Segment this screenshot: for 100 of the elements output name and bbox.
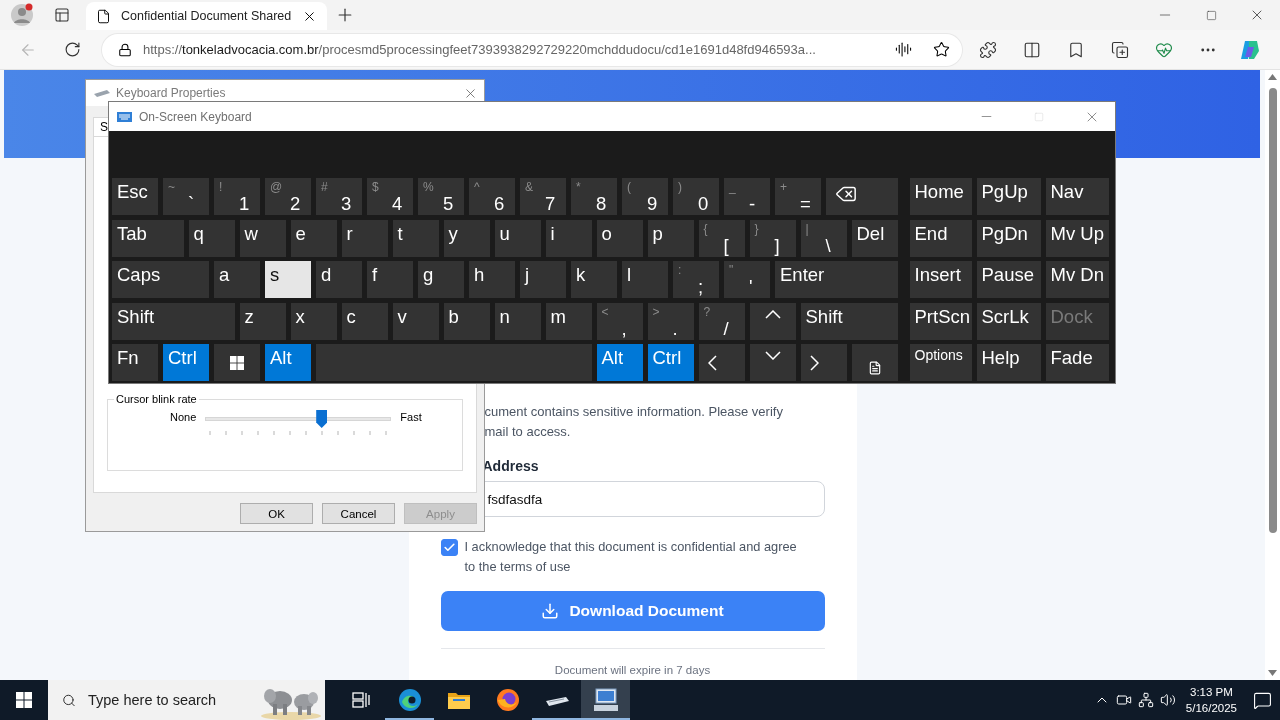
key[interactable]: Tab <box>112 219 184 257</box>
slider-thumb[interactable] <box>316 410 328 428</box>
key[interactable]: : ; <box>673 261 719 298</box>
key[interactable]: ~ ` <box>163 178 209 215</box>
volume-icon[interactable] <box>1159 692 1176 708</box>
search-field[interactable]: Type here to search <box>88 680 258 720</box>
key[interactable]: r <box>341 219 388 257</box>
restore-icon[interactable] <box>1205 9 1217 21</box>
key[interactable]: _ - <box>724 178 770 215</box>
key[interactable]: Mv Dn <box>1045 261 1109 298</box>
notification-icon[interactable] <box>1253 690 1272 710</box>
dialog-button[interactable]: Cancel <box>322 503 395 524</box>
key[interactable]: @ 2 <box>265 178 311 215</box>
copilot-logo-icon[interactable] <box>1239 38 1261 61</box>
key[interactable]: ? / <box>698 302 745 340</box>
refresh-icon[interactable] <box>63 41 81 58</box>
search-box[interactable]: Type here to search <box>48 680 258 720</box>
scroll-down-icon[interactable] <box>1268 670 1277 676</box>
key[interactable]: Nav <box>1045 178 1109 215</box>
key[interactable]: Alt <box>596 344 643 381</box>
key[interactable]: " ' <box>724 261 770 298</box>
key[interactable]: PrtScn <box>909 302 972 340</box>
key[interactable] <box>800 344 847 381</box>
key[interactable] <box>826 178 898 215</box>
key[interactable]: # 3 <box>316 178 362 215</box>
read-aloud-icon[interactable] <box>895 41 912 58</box>
tab-actions-icon[interactable] <box>54 7 70 23</box>
key[interactable]: Enter <box>775 261 898 298</box>
key[interactable]: e <box>290 219 337 257</box>
key[interactable]: < , <box>596 302 643 340</box>
key[interactable]: Home <box>909 178 972 215</box>
key[interactable]: o <box>596 219 643 257</box>
key[interactable]: Pause <box>976 261 1041 298</box>
key[interactable]: Insert <box>909 261 972 298</box>
key[interactable]: f <box>367 261 413 298</box>
key[interactable]: ) 0 <box>673 178 719 215</box>
key[interactable]: d <box>316 261 362 298</box>
key[interactable]: Shift <box>800 302 898 340</box>
key[interactable]: * 8 <box>571 178 617 215</box>
browser-tab[interactable]: Confidential Document Shared <box>86 2 327 30</box>
key[interactable]: j <box>520 261 566 298</box>
key[interactable] <box>851 344 898 381</box>
key[interactable]: End <box>909 219 972 257</box>
key[interactable]: % 5 <box>418 178 464 215</box>
key[interactable]: Shift <box>112 302 235 340</box>
key[interactable]: h <box>469 261 515 298</box>
camera-icon[interactable] <box>1115 692 1132 708</box>
key[interactable]: m <box>545 302 592 340</box>
key[interactable]: Help <box>976 344 1041 381</box>
collections-icon[interactable] <box>1111 40 1129 59</box>
key[interactable]: b <box>443 302 490 340</box>
key[interactable]: Alt <box>265 344 311 381</box>
key[interactable]: & 7 <box>520 178 566 215</box>
key[interactable]: Ctrl <box>163 344 209 381</box>
key[interactable]: ( 9 <box>622 178 668 215</box>
key[interactable]: ^ 6 <box>469 178 515 215</box>
key[interactable]: z <box>239 302 286 340</box>
key[interactable]: l <box>622 261 668 298</box>
windows-start-icon[interactable] <box>16 692 32 708</box>
key[interactable]: ScrLk <box>976 302 1041 340</box>
key[interactable]: | \ <box>800 219 847 257</box>
key[interactable]: w <box>239 219 286 257</box>
key[interactable]: i <box>545 219 592 257</box>
profile-avatar-icon[interactable] <box>10 3 34 27</box>
dialog-button[interactable]: OK <box>240 503 313 524</box>
key[interactable] <box>698 344 745 381</box>
key[interactable]: Fn <box>112 344 158 381</box>
split-screen-icon[interactable] <box>1023 40 1041 59</box>
key[interactable]: q <box>188 219 235 257</box>
key[interactable]: PgDn <box>976 219 1041 257</box>
key[interactable]: n <box>494 302 541 340</box>
key[interactable]: Caps <box>112 261 209 298</box>
network-icon[interactable] <box>1137 692 1154 708</box>
key[interactable]: c <box>341 302 388 340</box>
key[interactable]: PgUp <box>976 178 1041 215</box>
key[interactable]: k <box>571 261 617 298</box>
key[interactable]: p <box>647 219 694 257</box>
key[interactable]: t <box>392 219 439 257</box>
key[interactable]: Mv Up <box>1045 219 1109 257</box>
address-bar[interactable]: https://tonkeladvocacia.com.br/procesmd5processingfeet7393938292729220mchddudocu/cd1e1691d48fd946593a... <box>102 33 962 66</box>
scroll-up-icon[interactable] <box>1268 74 1277 80</box>
taskbar-button[interactable] <box>581 680 630 720</box>
key[interactable]: Ctrl <box>647 344 694 381</box>
scrollbar-thumb[interactable] <box>1268 88 1277 533</box>
key[interactable]: a <box>214 261 260 298</box>
favorite-star-icon[interactable] <box>933 41 950 58</box>
key[interactable]: { [ <box>698 219 745 257</box>
key[interactable]: s <box>265 261 311 298</box>
key[interactable]: Fade <box>1045 344 1109 381</box>
download-button[interactable]: Download Document <box>440 591 825 631</box>
heart-pulse-icon[interactable] <box>1155 40 1173 59</box>
key[interactable]: ! 1 <box>214 178 260 215</box>
bookmark-icon[interactable] <box>1067 40 1085 59</box>
key[interactable]: Del <box>851 219 898 257</box>
key[interactable] <box>749 344 796 381</box>
key[interactable]: $ 4 <box>367 178 413 215</box>
puzzle-icon[interactable] <box>979 40 997 59</box>
key[interactable]: Options <box>909 344 972 381</box>
key[interactable]: > . <box>647 302 694 340</box>
key[interactable]: u <box>494 219 541 257</box>
